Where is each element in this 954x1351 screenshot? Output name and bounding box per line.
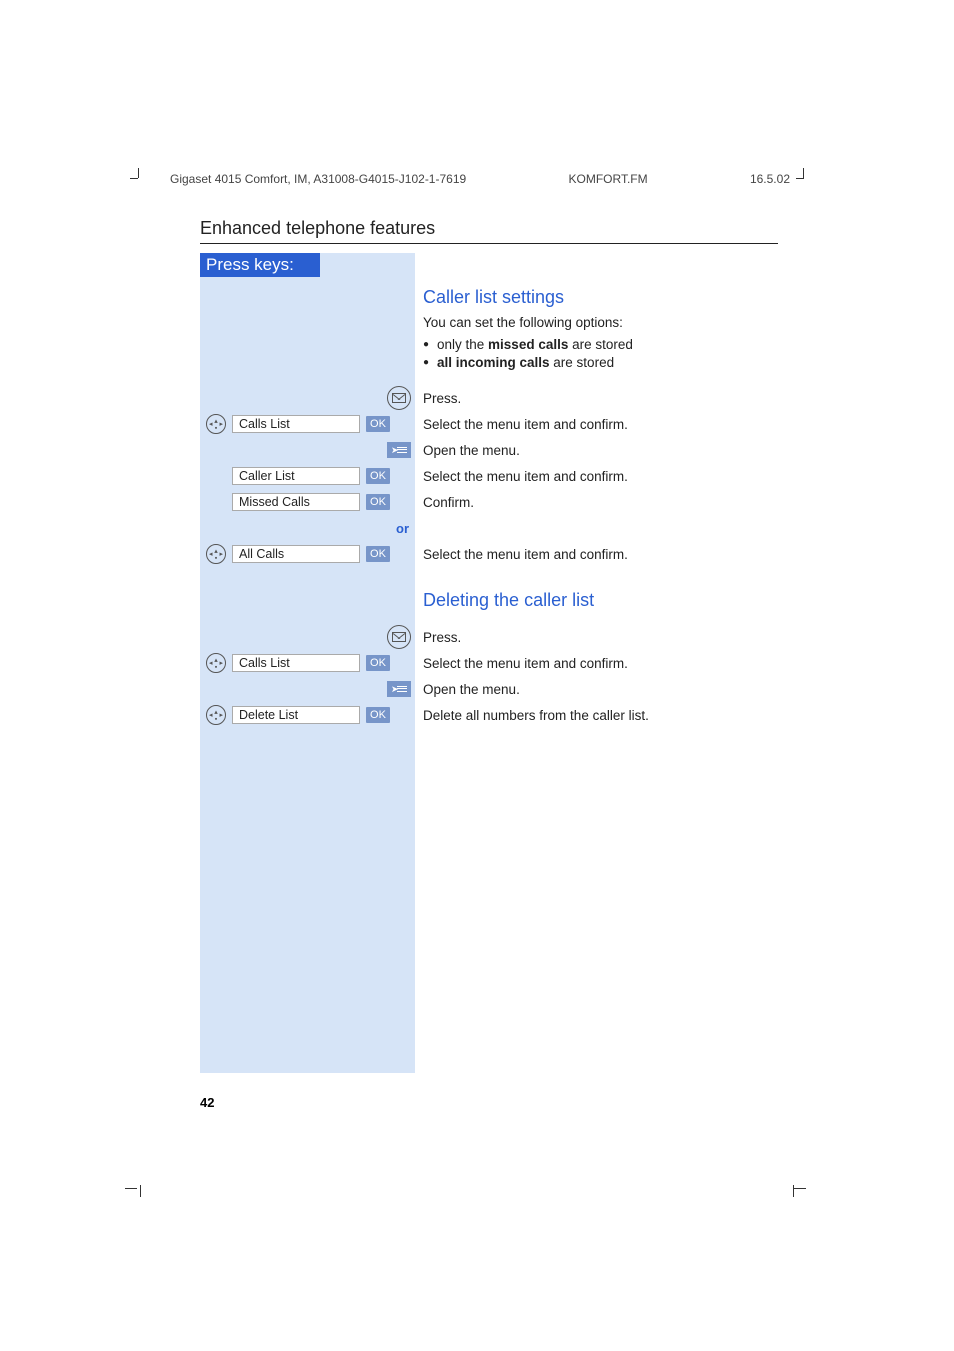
ok-badge: OK <box>366 655 390 671</box>
envelope-icon <box>387 386 411 410</box>
heading-caller-list-settings: Caller list settings <box>415 287 564 308</box>
crop-mark <box>130 178 138 179</box>
desc-missed-calls: Confirm. <box>415 495 474 510</box>
nav-icon: ▴▪◂▸ <box>206 414 226 434</box>
doc-date: 16.5.02 <box>750 172 790 186</box>
crop-mark <box>794 1188 806 1189</box>
doc-id: Gigaset 4015 Comfort, IM, A31008-G4015-J… <box>170 172 466 186</box>
menu-icon: ➤ <box>387 681 411 697</box>
intro-line: You can set the following options: <box>415 315 623 330</box>
menu-item-delete-list: Delete List <box>232 706 360 724</box>
menu-item-caller-list: Caller List <box>232 467 360 485</box>
desc-calls-list-2: Select the menu item and confirm. <box>415 656 628 671</box>
desc-open-menu-2: Open the menu. <box>415 682 520 697</box>
menu-item-all-calls: All Calls <box>232 545 360 563</box>
crop-mark <box>125 1188 137 1189</box>
step-press-2: Press. <box>415 630 461 645</box>
ok-badge: OK <box>366 416 390 432</box>
heading-deleting-caller-list: Deleting the caller list <box>415 590 594 611</box>
step-press-1: Press. <box>415 391 461 406</box>
nav-icon: ▴▪◂▸ <box>206 544 226 564</box>
doc-file: KOMFORT.FM <box>569 172 648 186</box>
or-label: or <box>200 521 411 536</box>
crop-mark <box>793 1185 794 1197</box>
crop-mark <box>803 168 804 178</box>
envelope-icon <box>387 625 411 649</box>
page-number: 42 <box>200 1095 214 1110</box>
ok-badge: OK <box>366 494 390 510</box>
bullet-2: all incoming calls are stored <box>423 354 633 372</box>
crop-mark <box>796 178 804 179</box>
nav-icon: ▴▪◂▸ <box>206 653 226 673</box>
content-column: Caller list settings You can set the fol… <box>200 253 780 729</box>
doc-header-meta: Gigaset 4015 Comfort, IM, A31008-G4015-J… <box>170 172 790 186</box>
ok-badge: OK <box>366 707 390 723</box>
bullet-2-post: are stored <box>550 355 615 370</box>
bullet-1-bold: missed calls <box>488 337 568 352</box>
bullet-1: only the missed calls are stored <box>423 336 633 354</box>
bullet-2-bold: all incoming calls <box>437 355 550 370</box>
nav-icon: ▴▪◂▸ <box>206 705 226 725</box>
desc-open-menu-1: Open the menu. <box>415 443 520 458</box>
menu-item-missed-calls: Missed Calls <box>232 493 360 511</box>
desc-caller-list: Select the menu item and confirm. <box>415 469 628 484</box>
desc-delete-list: Delete all numbers from the caller list. <box>415 708 649 723</box>
intro-bullets: only the missed calls are stored all inc… <box>415 336 633 372</box>
bullet-1-pre: only the <box>437 337 488 352</box>
ok-badge: OK <box>366 546 390 562</box>
crop-mark <box>140 1185 141 1197</box>
desc-calls-list: Select the menu item and confirm. <box>415 417 628 432</box>
ok-badge: OK <box>366 468 390 484</box>
menu-item-calls-list-2: Calls List <box>232 654 360 672</box>
desc-all-calls: Select the menu item and confirm. <box>415 547 628 562</box>
bullet-1-post: are stored <box>568 337 633 352</box>
menu-item-calls-list: Calls List <box>232 415 360 433</box>
menu-icon: ➤ <box>387 442 411 458</box>
section-title: Enhanced telephone features <box>200 218 778 244</box>
crop-mark <box>138 168 139 178</box>
